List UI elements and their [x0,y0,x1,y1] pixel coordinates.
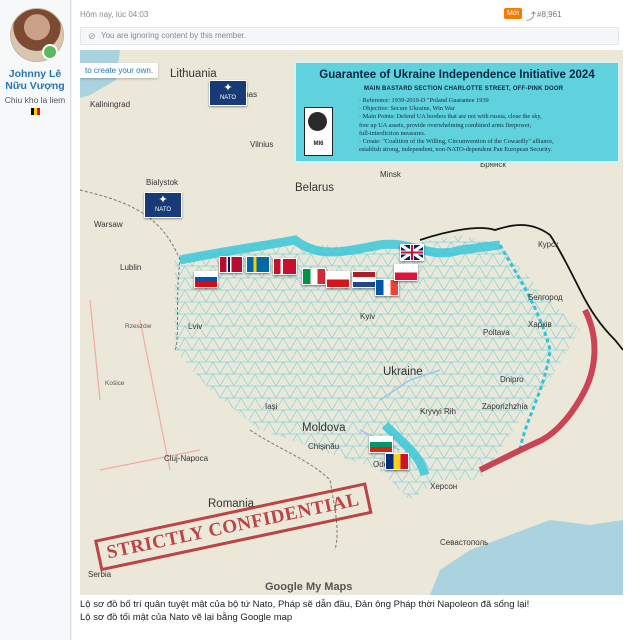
user-panel: Johnny Lê Nữu Vượng Chiu kho la liem [0,0,71,640]
post-body: Hôm nay, lúc 04:03 Mới ⤴ #8,961 ⊘ You ar… [72,0,631,640]
flag-uk-icon [400,244,424,261]
map-label-lublin: Lublin [120,263,142,272]
map-label-kharkiv: Харків [528,320,552,329]
map-label-kaliningrad: Kaliningrad [90,100,131,109]
ignore-notice-text: You are ignoring content by this member. [101,31,247,40]
flag-denmark-icon [273,258,297,275]
caption-line-1: Lộ sơ đồ bố trí quân tuyệt mật của bộ tứ… [80,599,530,610]
document-line: · Reference: 1939-2019-D "Poland Guarant… [359,97,489,104]
nato-flag-lithuania: ✦ NATO [209,80,247,106]
online-status-indicator [42,44,58,60]
username-link[interactable]: Johnny Lê Nữu Vượng [0,68,70,92]
share-icon[interactable]: ⤴ [526,8,536,23]
document-line: full-interdiction measures. [359,129,426,137]
map-label-vilnius: Vilnius [250,140,274,149]
flag-sweden-icon [246,256,270,273]
flag-bulgaria-icon [369,436,393,453]
flag-norway-icon [219,256,243,273]
seal-emblem-icon [308,112,327,131]
map-label-cluj: Cluj-Napoca [164,454,209,463]
flag-italy-icon [302,268,326,285]
google-my-maps-logo: Google My Maps [265,581,353,593]
nato-compass-icon: ✦ [158,194,168,206]
document-subtitle: MAIN BASTARD SECTION CHARLOTTE STREET, O… [364,86,564,92]
map-label-kherson: Херсон [430,482,458,491]
user-title: Chiu kho la liem [4,95,66,105]
map-label-rzeszow: Rzeszów [125,323,152,330]
nato-flag-poland: ✦ NATO [144,192,182,218]
map-label-belgorod: Белгород [528,293,563,302]
map-label-minsk: Minsk [380,170,401,179]
map-label-bialystok: Bialystok [146,178,179,187]
map-label-kosice: Košice [105,380,125,387]
seal-label: MI6 [313,141,324,147]
document-line: · Main Points: Defend UA borders that ar… [359,113,542,121]
caption-line-2: Lộ sơ đồ tối mật của Nato vẽ lại bằng Go… [80,612,293,623]
username-line-2: Nữu Vượng [5,80,65,92]
post-timestamp[interactable]: Hôm nay, lúc 04:03 [80,10,148,19]
map-label-poltava: Poltava [483,328,510,337]
document-line: · Objective: Secure Ukraine, Win War [359,105,455,113]
map-label-sevastopol: Севастополь [440,538,489,547]
map-label-lviv: Lviv [188,322,203,331]
map-label-zaporizhzhia: Zaporizhzhia [482,402,528,411]
map-label-chisinau: Chișinău [308,442,340,451]
intel-document-overlay: Guarantee of Ukraine Independence Initia… [294,61,620,163]
username-line-1: Johnny Lê [8,68,62,80]
map-label-moldova: Moldova [302,422,346,434]
map-label-kursk: Курск [538,240,559,249]
post-header: Hôm nay, lúc 04:03 Mới ⤴ #8,961 [80,8,620,24]
nato-compass-icon: ✦ [223,82,233,94]
mi6-seal-icon: MI6 [304,107,333,156]
map-label-dnipro: Dnipro [500,375,524,384]
post-caption: Lộ sơ đồ bố trí quân tuyệt mật của bộ tứ… [80,598,625,624]
map-label-serbia: Serbia [88,570,112,579]
belgium-flag-icon [31,108,40,115]
create-map-link[interactable]: to create your own. [80,63,159,78]
map-image[interactable]: to create your own. Lithuania Vilnius Ka… [80,50,623,595]
new-badge: Mới [504,8,522,19]
ignore-notice: ⊘ You are ignoring content by this membe… [80,27,619,45]
map-label-kyiv: Kyiv [360,312,376,321]
flag-uk-cross [401,245,423,260]
post-number[interactable]: #8,961 [537,10,561,19]
map-label-belarus: Belarus [295,182,334,194]
map-label-ukraine: Ukraine [383,366,423,378]
document-line: · Create: "Coalition of the Willing, Cir… [359,138,554,146]
document-line: establish strong, independent, non-NATO-… [359,146,553,154]
map-label-warsaw: Warsaw [94,220,123,229]
map-label-lithuania: Lithuania [170,68,217,80]
flag-slovenia-icon [194,271,218,288]
flag-netherlands-icon [352,271,376,288]
document-title: Guarantee of Ukraine Independence Initia… [319,69,595,81]
document-line: free up UA assets, provide overwhelming … [359,121,532,129]
map-label-iasi: Iași [265,402,278,411]
document-lines: · Reference: 1939-2019-D "Poland Guarant… [359,97,617,154]
flag-czechia-icon [326,271,350,288]
map-label-krivyi-rih: Kryvyi Rih [420,407,457,416]
flag-romania-icon [385,453,409,470]
flag-france-icon [375,279,399,296]
flag-poland-icon [394,264,418,281]
ignore-icon: ⊘ [88,31,96,41]
